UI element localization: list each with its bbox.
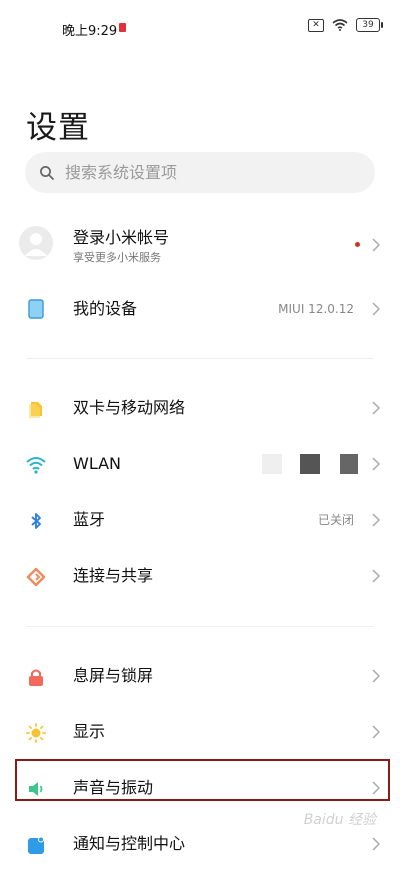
notification-control-label: 通知与控制中心 bbox=[73, 834, 186, 853]
wifi-status-icon bbox=[332, 19, 348, 31]
row-connection-sharing[interactable]: 连接与共享 bbox=[0, 551, 400, 601]
wifi-icon bbox=[26, 457, 46, 474]
connection-sharing-label: 连接与共享 bbox=[73, 566, 154, 585]
chevron-right-icon bbox=[372, 725, 380, 739]
chevron-right-icon bbox=[372, 302, 380, 316]
my-device-label: 我的设备 bbox=[73, 299, 138, 318]
red-badge-icon bbox=[355, 242, 360, 247]
row-lock-screen[interactable]: 息屏与锁屏 bbox=[0, 651, 400, 701]
lock-icon bbox=[29, 669, 43, 686]
user-icon bbox=[25, 233, 47, 256]
chevron-right-icon bbox=[372, 401, 380, 415]
sun-icon bbox=[26, 723, 46, 743]
row-wlan[interactable]: WLAN bbox=[0, 439, 400, 489]
row-dual-sim[interactable]: 双卡与移动网络 bbox=[0, 383, 400, 433]
status-icons: ✕ 39 bbox=[308, 18, 383, 32]
watermark: Baidu 经验 bbox=[303, 812, 376, 828]
blurred-network-name bbox=[262, 454, 282, 474]
search-input[interactable] bbox=[65, 152, 355, 193]
account-subtitle: 享受更多小米服务 bbox=[73, 251, 161, 264]
dual-sim-label: 双卡与移动网络 bbox=[73, 398, 186, 417]
status-bar: 晚上9:29 ✕ 39 bbox=[0, 0, 400, 56]
notification-dot-icon bbox=[119, 23, 126, 32]
row-display[interactable]: 显示 bbox=[0, 707, 400, 757]
divider bbox=[26, 626, 374, 627]
search-icon bbox=[40, 166, 54, 180]
blurred-network-name bbox=[340, 454, 358, 474]
page-title: 设置 bbox=[26, 110, 90, 146]
row-bluetooth[interactable]: 蓝牙 已关闭 bbox=[0, 495, 400, 545]
my-device-value: MIUI 12.0.12 bbox=[278, 302, 354, 316]
chevron-right-icon bbox=[372, 513, 380, 527]
chevron-right-icon bbox=[372, 837, 380, 851]
status-time: 晚上9:29 bbox=[62, 24, 118, 39]
lock-screen-label: 息屏与锁屏 bbox=[73, 666, 154, 685]
wlan-label: WLAN bbox=[73, 454, 122, 473]
my-device-row[interactable]: 我的设备 MIUI 12.0.12 bbox=[0, 284, 400, 334]
chevron-right-icon bbox=[372, 238, 380, 252]
chevron-right-icon bbox=[372, 569, 380, 583]
search-box[interactable] bbox=[25, 152, 375, 193]
share-icon bbox=[26, 567, 46, 587]
account-row[interactable]: 登录小米帐号 享受更多小米服务 bbox=[0, 216, 400, 276]
display-label: 显示 bbox=[73, 722, 106, 741]
bluetooth-icon bbox=[31, 513, 41, 529]
bluetooth-label: 蓝牙 bbox=[73, 510, 106, 529]
highlight-annotation bbox=[15, 759, 390, 801]
no-sim-icon: ✕ bbox=[308, 18, 324, 32]
device-icon bbox=[28, 299, 44, 319]
chevron-right-icon bbox=[372, 457, 380, 471]
bluetooth-status: 已关闭 bbox=[317, 513, 354, 527]
blurred-network-name bbox=[300, 454, 320, 474]
sim-card-icon bbox=[29, 402, 42, 418]
battery-icon: 39 bbox=[356, 18, 383, 32]
notification-icon bbox=[28, 836, 44, 854]
account-title: 登录小米帐号 bbox=[73, 228, 170, 247]
avatar bbox=[19, 226, 53, 260]
divider bbox=[26, 358, 374, 359]
chevron-right-icon bbox=[372, 669, 380, 683]
